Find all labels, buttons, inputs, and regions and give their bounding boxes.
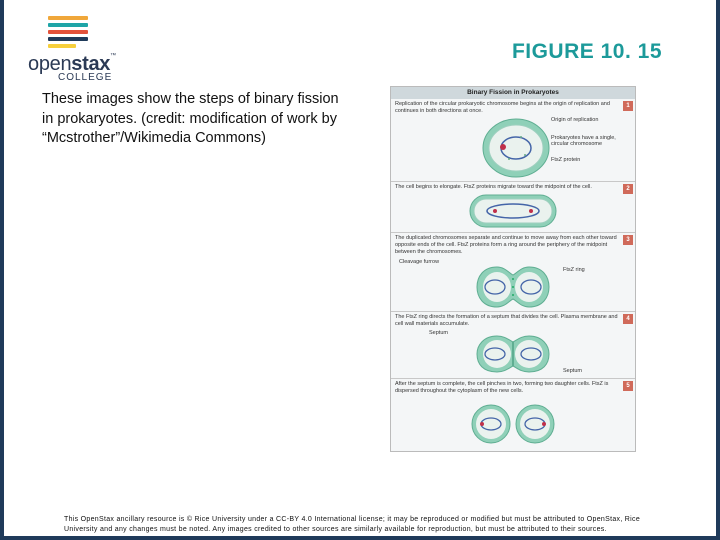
logo-bar [48,44,76,48]
logo-bar [48,23,88,27]
logo-bar [48,37,88,41]
logo-bars-icon [48,16,88,51]
cell-separation-diagram [476,266,550,308]
step-number: 3 [623,235,633,245]
logo-subtext: COLLEGE [58,72,113,83]
left-border [0,0,4,540]
label-ftsz-ring: FtsZ ring [563,267,585,273]
step-text: The FtsZ ring directs the formation of a… [395,314,618,327]
step-number: 4 [623,314,633,324]
bottom-border [0,536,720,540]
logo-bar [48,30,88,34]
step-3: The duplicated chromosomes separate and … [391,233,635,311]
step-text: Replication of the circular prokaryotic … [395,101,610,114]
step-2: The cell begins to elongate. FtsZ protei… [391,182,635,232]
step-number: 5 [623,381,633,391]
label-septum-bottom: Septum [563,368,582,374]
figure-caption: These images show the steps of binary fi… [42,91,339,146]
openstax-logo: openstax™ COLLEGE [28,16,128,83]
step-5: After the septum is complete, the cell p… [391,379,635,451]
figure-header: Binary Fission in Prokaryotes [391,87,635,99]
label-ftsz: FtsZ protein [551,157,581,163]
step-1: Replication of the circular prokaryotic … [391,99,635,181]
license-footer: This OpenStax ancillary resource is © Ri… [64,516,641,533]
label-chromosome: Prokaryotes have a single, circular chro… [551,135,616,147]
label-septum-top: Septum [429,330,448,336]
figure-title: FIGURE 10. 15 [511,40,662,63]
cell-replication-diagram [482,118,550,178]
step-number: 2 [623,184,633,194]
label-cleavage-furrow: Cleavage furrow [399,259,440,265]
step-text: After the septum is complete, the cell p… [395,381,609,394]
step-text: The cell begins to elongate. FtsZ protei… [395,184,592,190]
step-number: 1 [623,101,633,111]
cell-septum-diagram [476,335,550,373]
logo-bar [48,16,88,20]
cell-elongation-diagram [469,194,557,228]
right-border [716,0,720,540]
step-text: The duplicated chromosomes separate and … [395,235,617,255]
daughter-cells-diagram [471,404,555,444]
step-4: The FtsZ ring directs the formation of a… [391,312,635,378]
binary-fission-figure: Binary Fission in Prokaryotes Replicatio… [390,86,636,452]
label-origin: Origin of replication [551,117,599,123]
